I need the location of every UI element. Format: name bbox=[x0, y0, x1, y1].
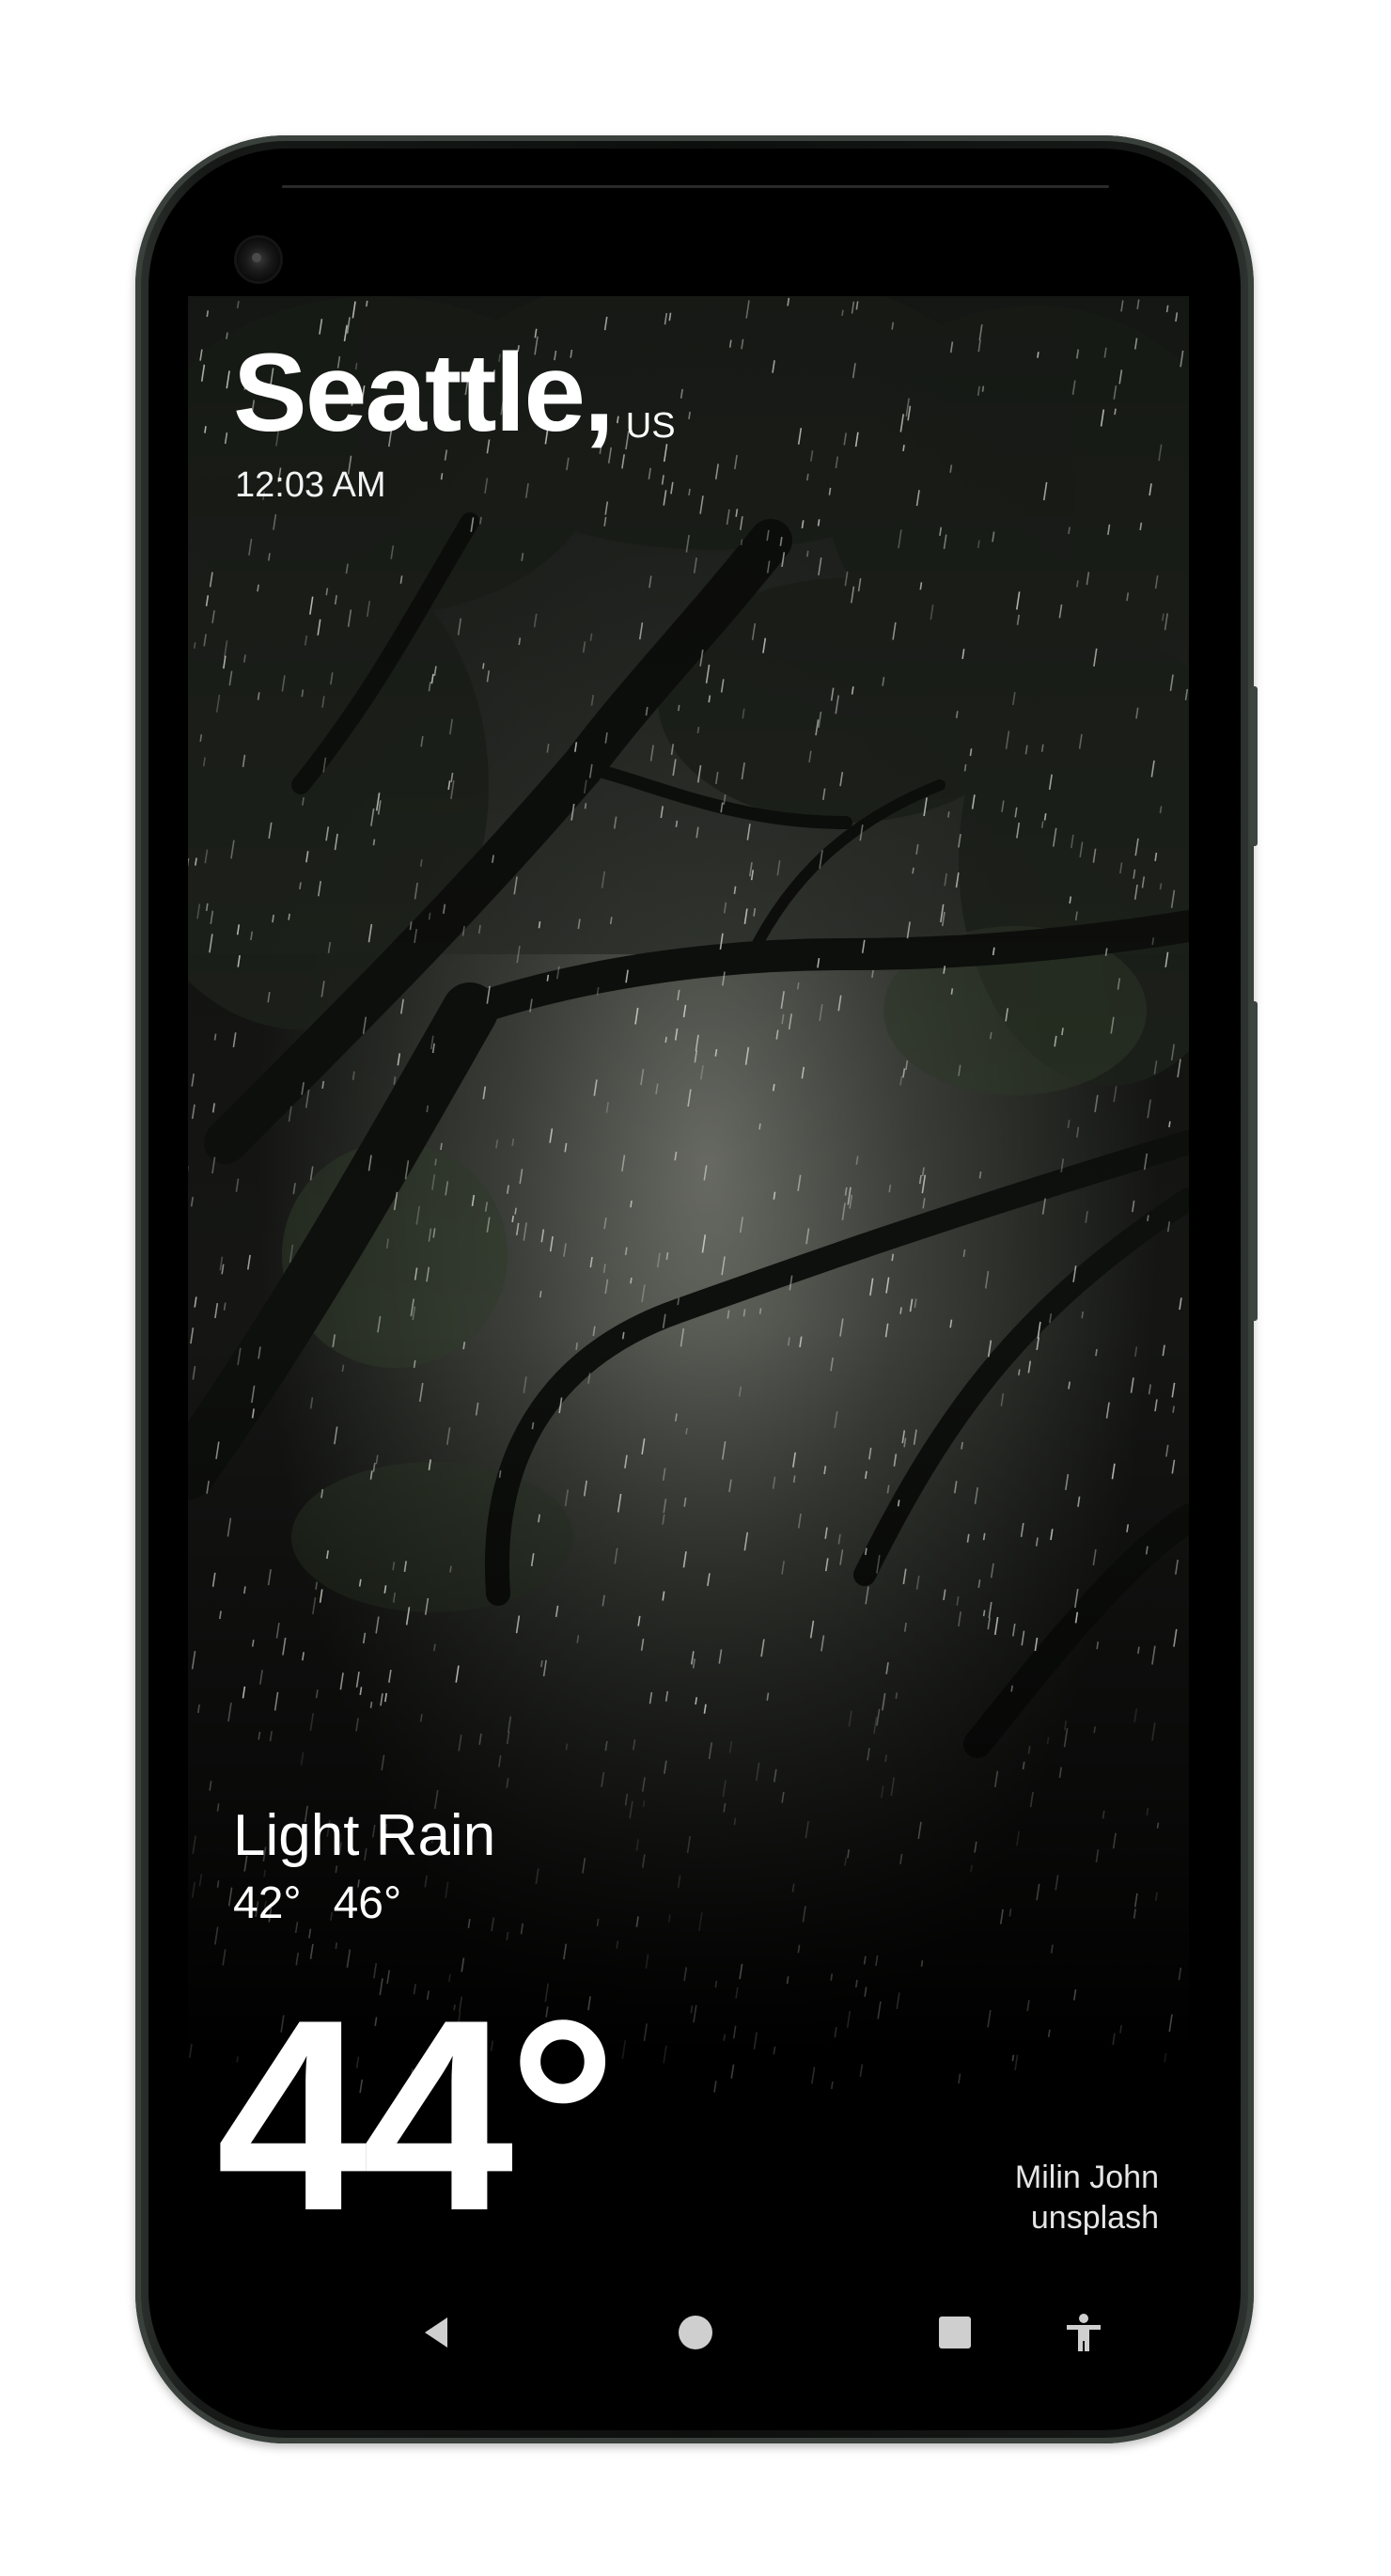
photo-credit[interactable]: Milin John unsplash bbox=[1015, 2158, 1159, 2238]
power-button bbox=[1250, 686, 1258, 846]
country-code: US bbox=[625, 406, 676, 446]
recents-button[interactable] bbox=[929, 2306, 981, 2359]
temperature-range: 42° 46° bbox=[233, 1877, 401, 1929]
navigation-bar bbox=[188, 2280, 1189, 2383]
high-temperature: 46° bbox=[333, 1878, 402, 1928]
back-icon bbox=[425, 2317, 447, 2348]
accessibility-button[interactable] bbox=[1057, 2306, 1110, 2359]
accessibility-icon bbox=[1067, 2314, 1101, 2351]
weather-condition: Light Rain bbox=[233, 1803, 496, 1868]
home-button[interactable] bbox=[669, 2306, 722, 2359]
location-heading: Seattle, US bbox=[233, 338, 676, 448]
volume-button bbox=[1250, 1001, 1258, 1321]
weather-overlay: Seattle, US 12:03 AM Light Rain 42° 46° … bbox=[188, 296, 1189, 2364]
photo-source[interactable]: unsplash bbox=[1015, 2198, 1159, 2238]
local-time: 12:03 AM bbox=[235, 465, 386, 505]
screen: Seattle, US 12:03 AM Light Rain 42° 46° … bbox=[188, 296, 1189, 2364]
recents-icon bbox=[939, 2317, 971, 2348]
back-button[interactable] bbox=[410, 2306, 462, 2359]
low-temperature: 42° bbox=[233, 1878, 302, 1928]
earpiece bbox=[282, 185, 1109, 188]
home-icon bbox=[679, 2316, 712, 2349]
photo-author[interactable]: Milin John bbox=[1015, 2158, 1159, 2198]
front-camera-icon bbox=[237, 238, 280, 281]
current-temperature: 44° bbox=[216, 1963, 617, 2268]
city-name: Seattle, bbox=[233, 331, 615, 455]
